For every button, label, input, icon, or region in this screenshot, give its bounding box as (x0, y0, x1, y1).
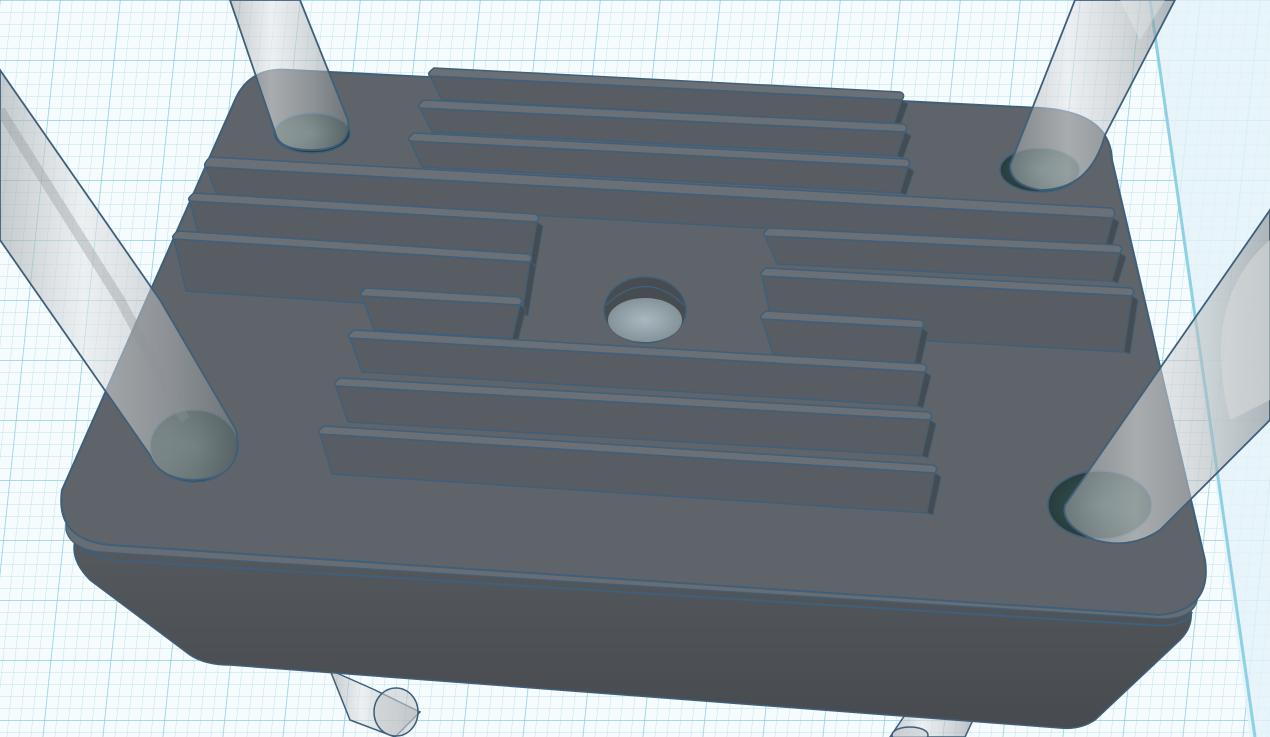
workplane-scene[interactable] (0, 0, 1270, 737)
center-hole[interactable] (603, 276, 687, 344)
3d-viewport[interactable] (0, 0, 1270, 737)
